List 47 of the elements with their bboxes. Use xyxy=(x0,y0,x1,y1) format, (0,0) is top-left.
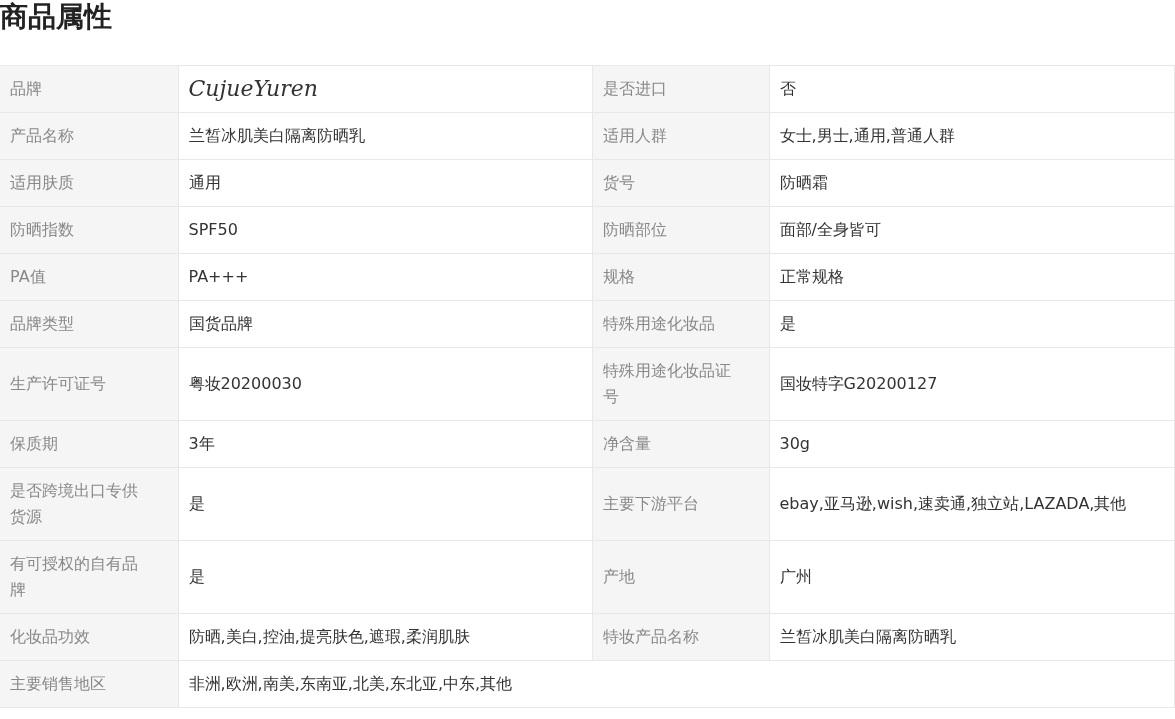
attribute-value: 3年 xyxy=(178,420,592,468)
attribute-label: 保质期 xyxy=(0,420,178,468)
attribute-value: 30g xyxy=(769,420,1175,468)
attribute-label: 品牌 xyxy=(0,65,178,113)
attribute-label: 特妆产品名称 xyxy=(592,613,769,661)
attribute-value: 粤妆20200030 xyxy=(178,347,592,421)
attribute-value: ebay,亚马逊,wish,速卖通,独立站,LAZADA,其他 xyxy=(769,467,1175,541)
section-title: 商品属性 xyxy=(0,0,113,35)
attribute-value: 面部/全身皆可 xyxy=(769,206,1175,254)
attribute-value: 是 xyxy=(178,540,592,614)
attribute-label: 产地 xyxy=(592,540,769,614)
attribute-value: 否 xyxy=(769,65,1175,113)
attribute-value: 国妆特字G20200127 xyxy=(769,347,1175,421)
attribute-value: 正常规格 xyxy=(769,253,1175,301)
attribute-value: 女士,男士,通用,普通人群 xyxy=(769,112,1175,160)
attribute-value: CujueYuren xyxy=(178,65,592,113)
attribute-label: 防晒指数 xyxy=(0,206,178,254)
attribute-label: 化妆品功效 xyxy=(0,613,178,661)
attribute-value: 是 xyxy=(178,467,592,541)
attribute-value: 防晒,美白,控油,提亮肤色,遮瑕,柔润肌肤 xyxy=(178,613,592,661)
attribute-value: 防晒霜 xyxy=(769,159,1175,207)
attribute-label: 有可授权的自有品牌 xyxy=(0,540,178,614)
attribute-label: 净含量 xyxy=(592,420,769,468)
attribute-label: PA值 xyxy=(0,253,178,301)
attribute-label: 适用肤质 xyxy=(0,159,178,207)
attribute-value: 国货品牌 xyxy=(178,300,592,348)
attribute-label: 防晒部位 xyxy=(592,206,769,254)
attribute-label: 特殊用途化妆品 xyxy=(592,300,769,348)
attribute-label: 适用人群 xyxy=(592,112,769,160)
attribute-value: 非洲,欧洲,南美,东南亚,北美,东北亚,中东,其他 xyxy=(178,660,1175,708)
attribute-value: 通用 xyxy=(178,159,592,207)
attribute-label: 特殊用途化妆品证号 xyxy=(592,347,769,421)
attribute-value: 广州 xyxy=(769,540,1175,614)
attribute-value: 兰皙冰肌美白隔离防晒乳 xyxy=(769,613,1175,661)
attribute-label: 是否进口 xyxy=(592,65,769,113)
attribute-label: 货号 xyxy=(592,159,769,207)
attribute-label: 规格 xyxy=(592,253,769,301)
attribute-label: 产品名称 xyxy=(0,112,178,160)
attribute-label: 主要下游平台 xyxy=(592,467,769,541)
attribute-label: 主要销售地区 xyxy=(0,660,178,708)
attribute-value: 兰皙冰肌美白隔离防晒乳 xyxy=(178,112,592,160)
attribute-label: 是否跨境出口专供货源 xyxy=(0,467,178,541)
attribute-value: PA+++ xyxy=(178,253,592,301)
attribute-value: 是 xyxy=(769,300,1175,348)
attribute-label: 生产许可证号 xyxy=(0,347,178,421)
attribute-value: SPF50 xyxy=(178,206,592,254)
attribute-label: 品牌类型 xyxy=(0,300,178,348)
